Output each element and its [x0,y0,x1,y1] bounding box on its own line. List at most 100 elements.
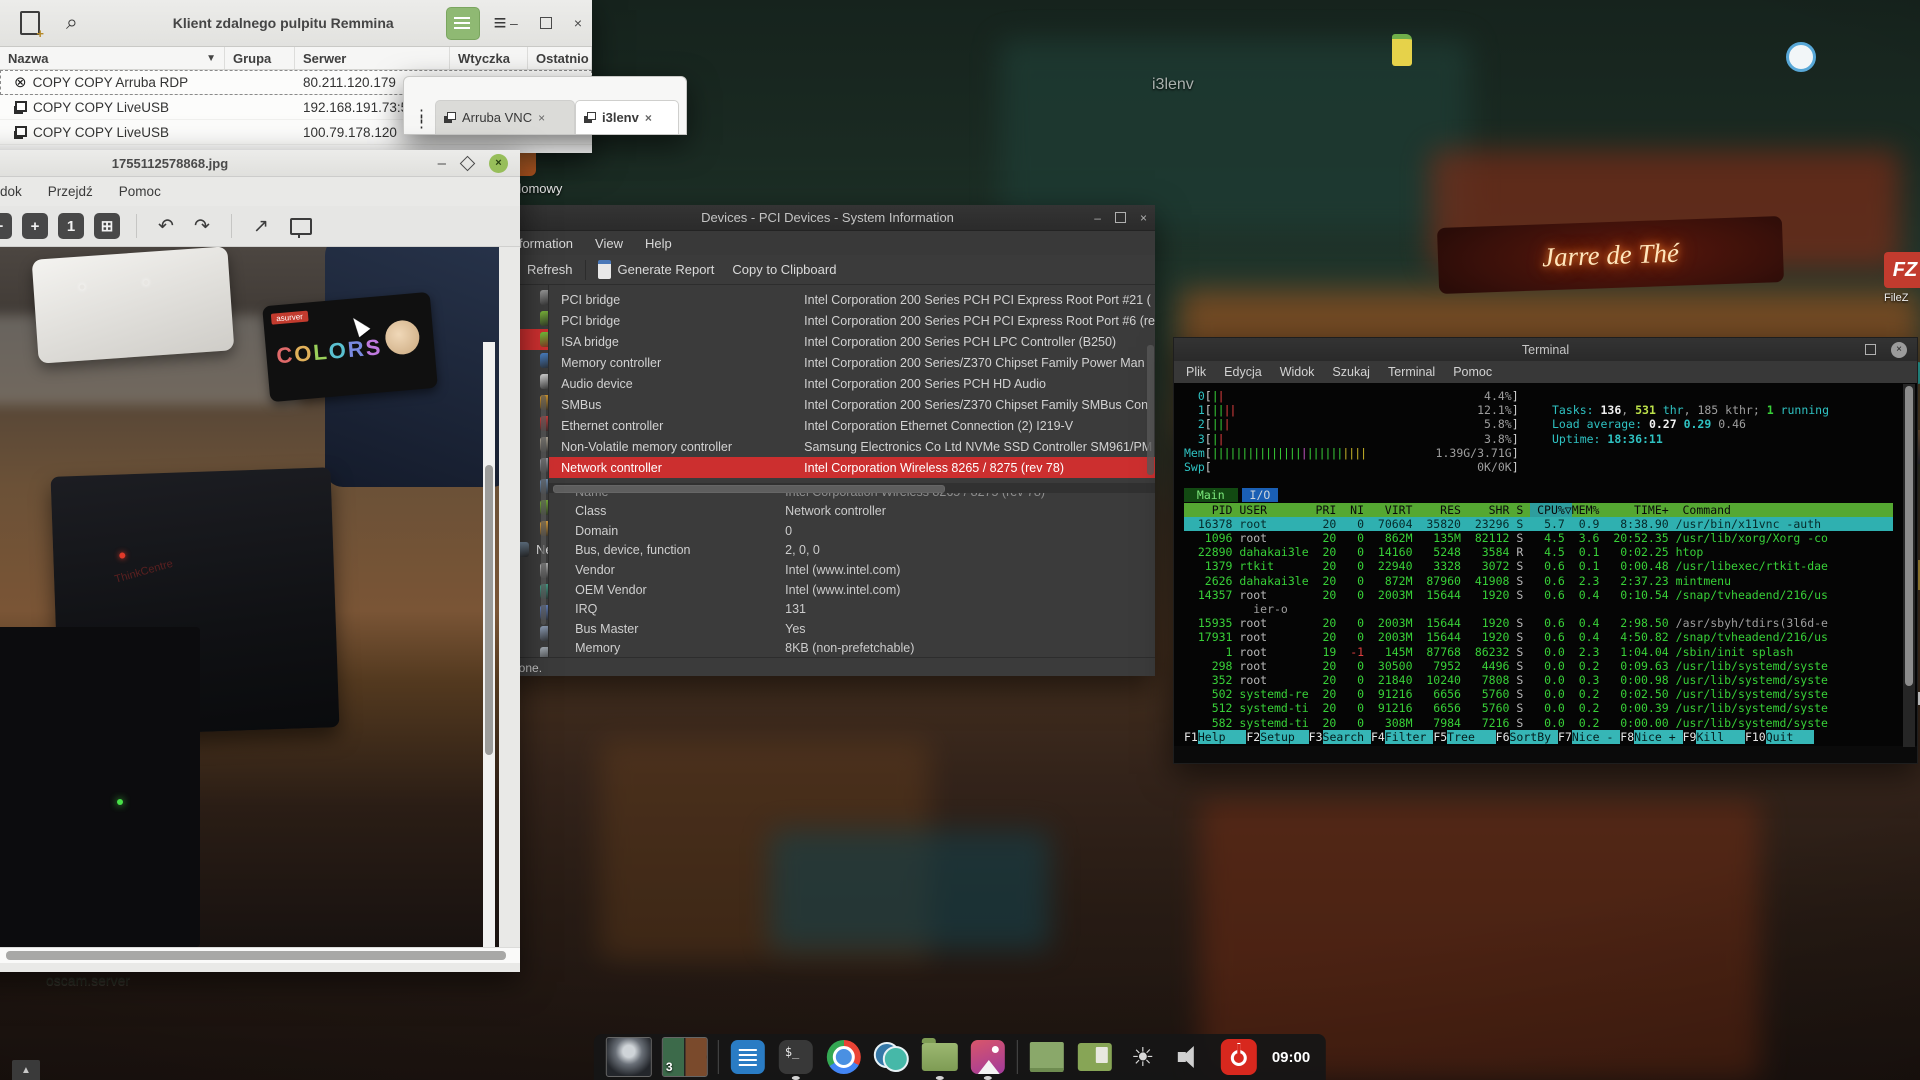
dock-remmina-button[interactable] [873,1038,911,1076]
fkey-f9[interactable]: F9Kill [1683,730,1745,744]
pci-device-row[interactable]: Memory controllerIntel Corporation 200 S… [549,352,1155,373]
refresh-button[interactable]: Refresh [527,262,573,277]
dock-files-button[interactable] [921,1038,959,1076]
generate-report-button[interactable]: Generate Report [618,262,715,277]
terminal-menu-szukaj[interactable]: Szukaj [1332,365,1370,379]
search-icon[interactable]: ⌕ [66,11,78,35]
filezilla-icon[interactable]: FZ [1884,252,1920,288]
pci-device-row[interactable]: ISA bridgeIntel Corporation 200 Series P… [549,331,1155,352]
viewer-menu-pomoc[interactable]: Pomoc [119,184,161,199]
dock-terminal-button[interactable]: $_ [777,1038,815,1076]
window-preview-photo[interactable] [606,1037,652,1077]
process-row-298[interactable]: 298 root 20 0 30500 7952 4496 S 0.0 0.2 … [1184,659,1893,673]
pci-device-row[interactable]: Non-Volatile memory controllerSamsung El… [549,436,1155,457]
oscam-server-desktop-label[interactable]: oscam.server [46,972,130,988]
process-row-1[interactable]: 1 root 19 -1 145M 87768 86232 S 0.0 2.3 … [1184,645,1893,659]
maximize-button[interactable] [1115,212,1126,223]
restore-button[interactable] [460,155,476,171]
pci-device-row[interactable]: PCI bridgeIntel Corporation 200 Series P… [549,310,1155,331]
dock-chrome-button[interactable] [825,1038,863,1076]
htop-view[interactable]: 0[||4.4%]Tasks: 136, 531 thr, 185 kthr; … [1174,383,1917,746]
htop-process-header[interactable]: PID USER PRI NI VIRT RES SHR S CPU%▽MEM%… [1184,503,1893,517]
dock-volume-button[interactable] [1172,1038,1210,1076]
process-row-502[interactable]: 502 systemd-re 20 0 91216 6656 5760 S 0.… [1184,687,1893,701]
column-header-nazwa[interactable]: Nazwa▼ [0,47,225,69]
home-folder-label[interactable]: domowy [514,181,562,196]
sync-tray-icon[interactable] [1786,42,1816,72]
dock-power-button[interactable] [1220,1038,1258,1076]
process-row-fragment[interactable]: ier-o [1184,602,1893,616]
zoom-normal-button[interactable]: 1 [58,213,84,239]
terminal-scrollbar[interactable] [1903,384,1915,747]
pci-device-row[interactable]: Ethernet controllerIntel Corporation Eth… [549,415,1155,436]
rotate-right-button[interactable]: ↷ [189,215,215,238]
pci-device-row[interactable]: SMBusIntel Corporation 200 Series/Z370 C… [549,394,1155,415]
terminal-menu-terminal[interactable]: Terminal [1388,365,1435,379]
htop-tabs[interactable]: Main I/O [1184,488,1893,502]
tab-arruba-vnc[interactable]: Arruba VNC × [435,100,575,134]
close-button[interactable]: × [1140,211,1147,225]
pci-device-row[interactable]: Network controllerIntel Corporation Wire… [549,457,1155,478]
device-list-hscrollbar[interactable] [549,483,1155,493]
fkey-f4[interactable]: F4Filter [1371,730,1433,744]
terminal-menu-pomoc[interactable]: Pomoc [1453,365,1492,379]
column-header-serwer[interactable]: Serwer [295,47,450,69]
minimize-button[interactable]: – [1094,211,1101,225]
remmina-titlebar[interactable]: ⌕ Klient zdalnego pulpitu Remmina ≡ – × [0,0,592,47]
maximize-button[interactable] [1865,344,1876,355]
fkey-f2[interactable]: F2Setup [1246,730,1308,744]
htop-function-keys[interactable]: F1Help F2Setup F3Search F4Filter F5Tree … [1184,730,1893,744]
terminal-titlebar[interactable]: Terminal × [1174,338,1917,361]
viewer-titlebar[interactable]: 1755112578868.jpg – × [0,150,520,177]
process-row-512[interactable]: 512 systemd-ti 20 0 91216 6656 5760 S 0.… [1184,701,1893,715]
window-preview-grid[interactable]: 3 [662,1037,708,1077]
terminal-menu-plik[interactable]: Plik [1186,365,1206,379]
drag-handle-icon[interactable]: ⋮⋮ [414,112,429,126]
tab-close-icon[interactable]: × [538,111,545,125]
fkey-f10[interactable]: F10Quit [1745,730,1814,744]
viewer-hscrollbar[interactable] [0,947,520,963]
sd-card-icon[interactable] [1392,34,1412,66]
new-connection-icon[interactable] [20,11,40,35]
tab-i3lenv[interactable]: i3lenv × [575,100,679,134]
close-button[interactable]: × [574,15,582,31]
list-view-toggle-button[interactable] [446,7,480,40]
zoom-fit-button[interactable]: ⊞ [94,213,120,239]
hardinfo-menu-help[interactable]: Help [645,236,672,251]
sidebar-scrollbar[interactable] [541,395,546,625]
column-header-grupa[interactable]: Grupa [225,47,295,69]
minimize-button[interactable]: – [510,15,518,31]
zoom-in-button[interactable]: + [22,213,48,239]
dock-brightness-button[interactable]: ☀ [1124,1038,1162,1076]
process-row-582[interactable]: 582 systemd-ti 20 0 308M 7984 7216 S 0.0… [1184,716,1893,730]
process-row-352[interactable]: 352 root 20 0 21840 10240 7808 S 0.0 0.3… [1184,673,1893,687]
fkey-f6[interactable]: F6SortBy [1496,730,1558,744]
viewer-menu-dok[interactable]: dok [0,184,22,199]
copy-to-clipboard-button[interactable]: Copy to Clipboard [732,262,836,277]
fkey-f7[interactable]: F7Nice - [1558,730,1620,744]
close-button[interactable]: × [1891,342,1907,358]
fkey-f1[interactable]: F1Help [1184,730,1246,744]
minimize-button[interactable]: – [438,155,446,172]
process-row-17931[interactable]: 17931 root 20 0 2003M 15644 1920 S 0.6 0… [1184,630,1893,644]
terminal-menu-edycja[interactable]: Edycja [1224,365,1262,379]
hardinfo-menu-view[interactable]: View [595,236,623,251]
rotate-left-button[interactable]: ↶ [153,215,179,238]
column-header-wtyczka[interactable]: Wtyczka [450,47,528,69]
pci-device-row[interactable]: PCI bridgeIntel Corporation 200 Series P… [549,289,1155,310]
maximize-button[interactable] [540,17,552,29]
slideshow-button[interactable] [290,218,312,235]
process-row-1096[interactable]: 1096 root 20 0 862M 135M 82112 S 4.5 3.6… [1184,531,1893,545]
process-row-14357[interactable]: 14357 root 20 0 2003M 15644 1920 S 0.6 0… [1184,588,1893,602]
fkey-f8[interactable]: F8Nice + [1620,730,1682,744]
fkey-f5[interactable]: F5Tree [1433,730,1495,744]
process-row-22890[interactable]: 22890 dahakai3le 20 0 14160 5248 3584 R … [1184,545,1893,559]
connection-table-header[interactable]: Nazwa▼GrupaSerwerWtyczkaOstatnio [0,47,592,70]
panel-corner-button[interactable]: ▲ [12,1060,40,1080]
dock-documents-button[interactable] [1076,1038,1114,1076]
menu-hamburger-icon[interactable]: ≡ [494,10,507,36]
pci-device-row[interactable]: Audio deviceIntel Corporation 200 Series… [549,373,1155,394]
close-button[interactable]: × [489,154,508,173]
fullscreen-button[interactable]: ↗ [248,215,274,238]
dock-writer-button[interactable] [729,1038,767,1076]
